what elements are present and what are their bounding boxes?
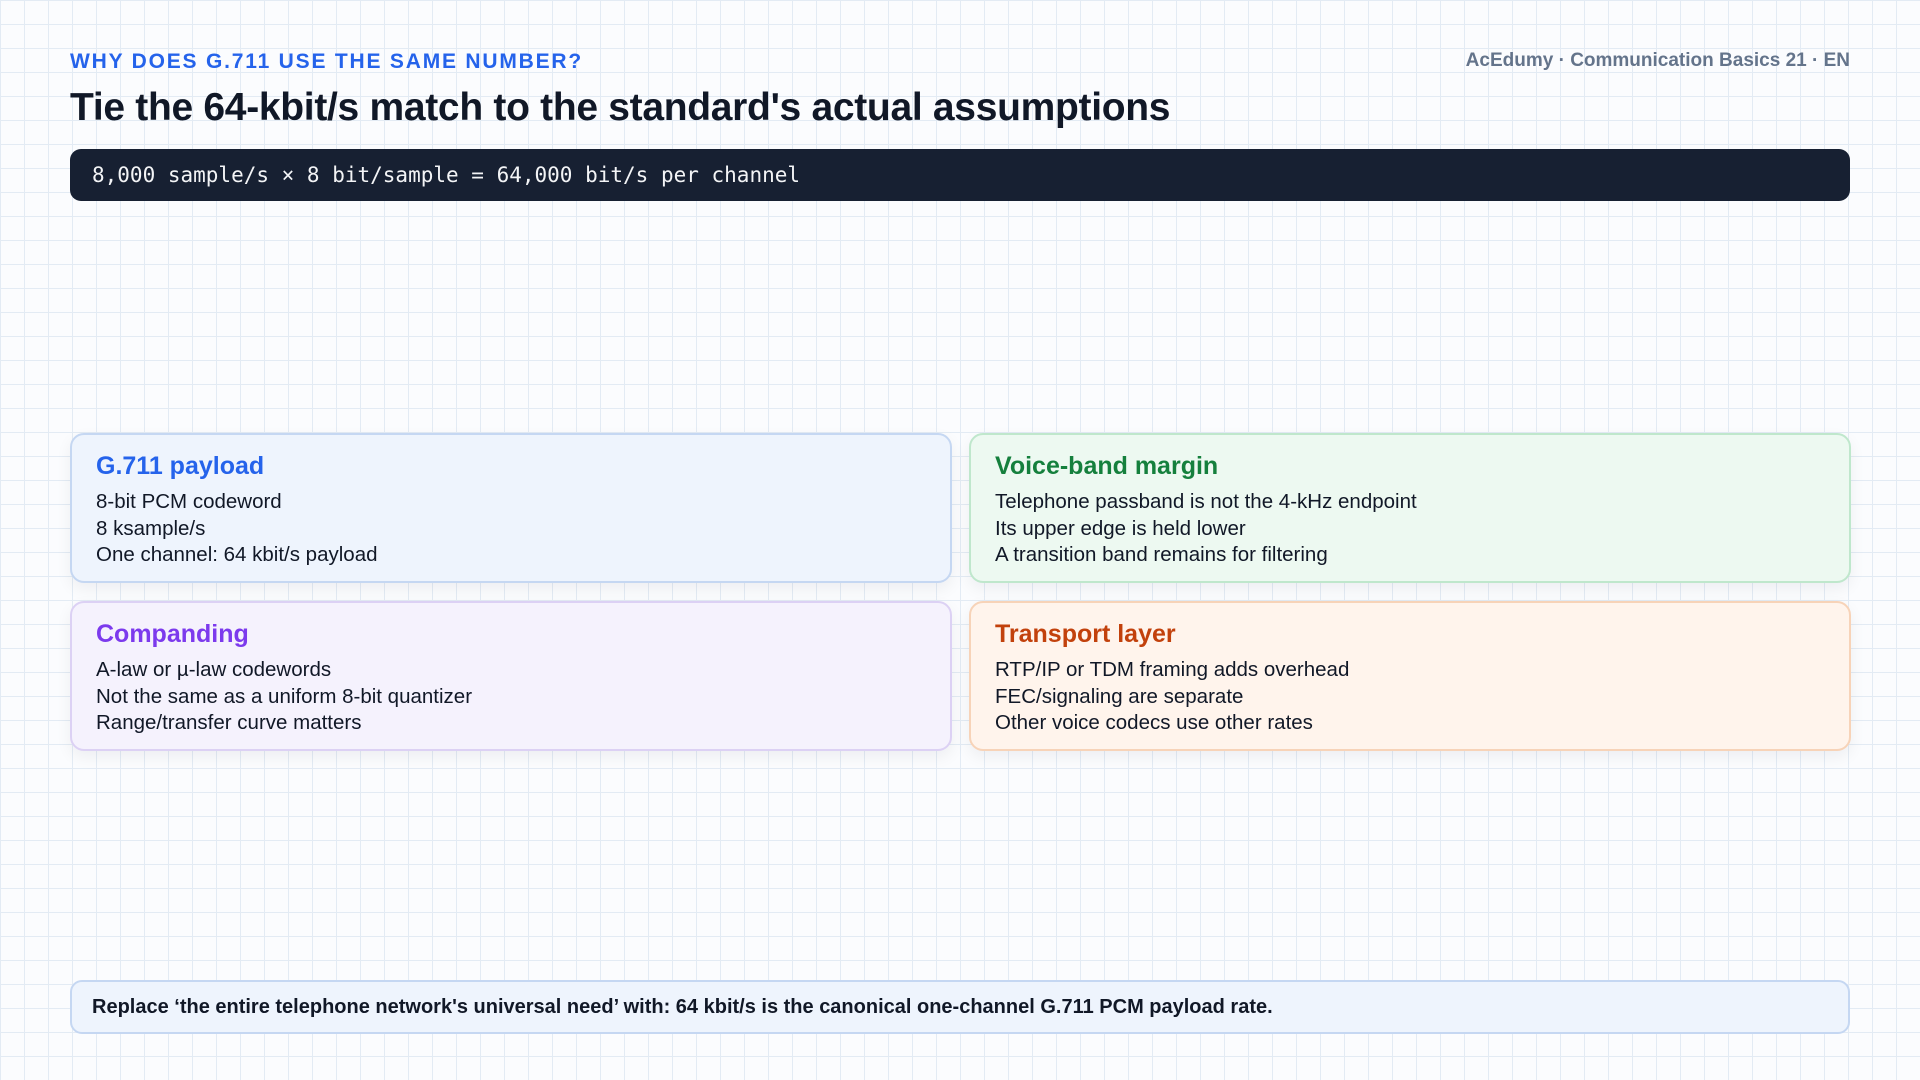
card-line: Range/transfer curve matters	[96, 711, 362, 734]
card-line: Its upper edge is held lower	[995, 516, 1246, 540]
card-line: FEC/signaling are separate	[995, 684, 1244, 708]
card-line: 8 ksample/s	[96, 516, 206, 540]
card-title: Companding	[96, 620, 249, 648]
card-title: G.711 payload	[96, 452, 265, 480]
card-title: Transport layer	[995, 620, 1176, 648]
card-g711-payload: G.711 payload 8-bit PCM codeword 8 ksamp…	[70, 433, 952, 583]
page-title: Tie the 64-kbit/s match to the standard'…	[70, 86, 1171, 129]
card-voice-band-margin: Voice-band margin Telephone passband is …	[969, 433, 1851, 583]
card-transport-layer: Transport layer RTP/IP or TDM framing ad…	[969, 601, 1851, 751]
kicker-label: WHY DOES G.711 USE THE SAME NUMBER?	[70, 50, 584, 73]
card-line: A transition band remains for filtering	[995, 543, 1328, 566]
card-companding: Companding A-law or µ-law codewords Not …	[70, 601, 952, 751]
card-line: Other voice codecs use other rates	[995, 711, 1313, 734]
footer-note: Replace ‘the entire telephone network's …	[70, 980, 1850, 1034]
card-line: One channel: 64 kbit/s payload	[96, 543, 378, 566]
formula-bar: 8,000 sample/s × 8 bit/sample = 64,000 b…	[70, 149, 1850, 201]
card-line: Not the same as a uniform 8-bit quantize…	[96, 684, 473, 708]
card-line: A-law or µ-law codewords	[96, 658, 332, 681]
brand-label: AcEdumy · Communication Basics 21 · EN	[1465, 50, 1850, 71]
card-line: 8-bit PCM codeword	[96, 490, 282, 513]
card-line: RTP/IP or TDM framing adds overhead	[995, 658, 1350, 681]
card-title: Voice-band margin	[995, 452, 1219, 480]
card-line: Telephone passband is not the 4-kHz endp…	[995, 490, 1417, 513]
